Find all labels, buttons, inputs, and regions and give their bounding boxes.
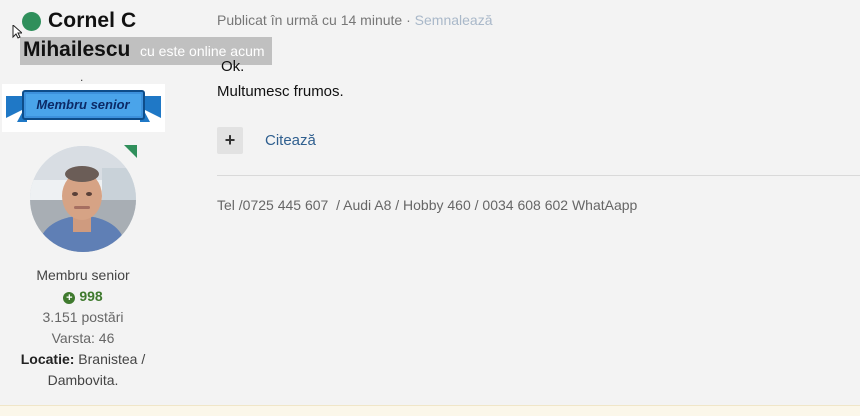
cursor-icon (12, 25, 22, 39)
location-value-2: Dambovita. (47, 372, 119, 388)
avatar[interactable] (30, 146, 136, 252)
location-label: Locatie: (20, 351, 75, 367)
post-body-line-2: Multumesc frumos. (217, 83, 344, 100)
author-age: Varsta: 46 (51, 330, 115, 346)
location-line: Locatie: Branistea / (0, 351, 166, 367)
rank-separator-dot: . (80, 70, 84, 84)
forum-post: Cornel C cu este online acum Mihailescu … (0, 0, 860, 416)
rank-badge: Membru senior (2, 84, 165, 132)
author-name-last[interactable]: Mihailescu (23, 38, 130, 62)
online-corner-icon (124, 145, 137, 158)
post-count: 3.151 postări (42, 309, 124, 325)
signature-separator (217, 175, 860, 176)
plus-button[interactable]: + (217, 127, 243, 154)
report-link[interactable]: Semnalează (415, 12, 493, 28)
online-tooltip-text: cu este online acum (140, 43, 265, 59)
rank-badge-label: Membru senior (36, 97, 130, 112)
reputation: +998 (0, 288, 166, 304)
post-body-line-1: Ok. (221, 58, 245, 75)
post-meta: Publicat în urmă cu 14 minute · Semnalea… (217, 12, 492, 28)
location-value-1: Branistea / (74, 351, 146, 367)
next-post-strip (0, 405, 860, 416)
avatar-wrapper[interactable] (30, 145, 137, 252)
author-name-first[interactable]: Cornel C (48, 9, 136, 33)
plus-circle-icon: + (63, 292, 76, 304)
author-rank: Membru senior (36, 267, 130, 283)
reputation-value: 998 (79, 288, 103, 304)
author-column: Cornel C cu este online acum Mihailescu … (0, 0, 272, 405)
post-timestamp: Publicat în urmă cu 14 minute · (217, 12, 415, 28)
quote-button[interactable]: Citează (265, 132, 316, 149)
online-dot-icon (22, 12, 41, 31)
signature: Tel /0725 445 607 / Audi A8 / Hobby 460 … (217, 197, 638, 213)
